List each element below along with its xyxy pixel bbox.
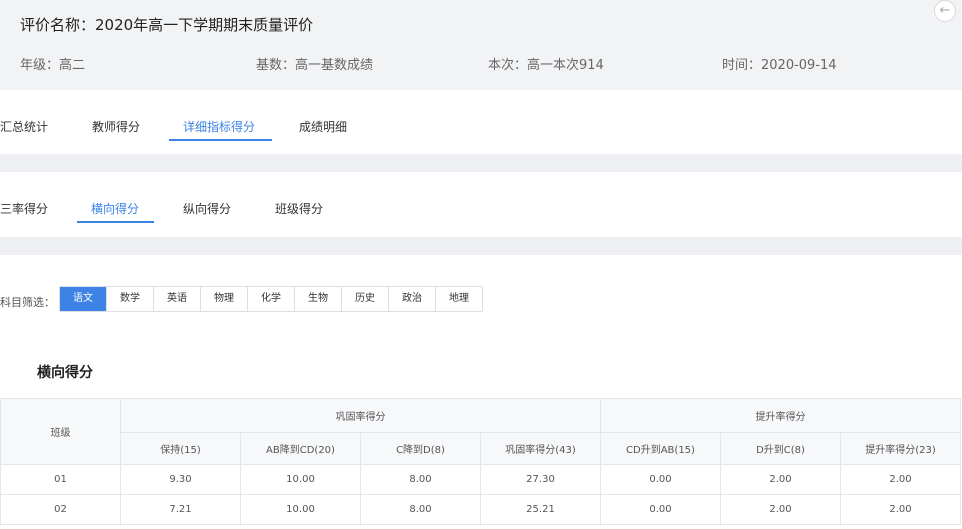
section-title: 横向得分	[37, 365, 93, 381]
subject-geography[interactable]: 地理	[436, 287, 482, 311]
tab-vertical[interactable]: 纵向得分	[183, 200, 231, 217]
table-cell: 0.00	[600, 494, 721, 525]
table-cell: 8.00	[360, 464, 481, 495]
score-table: 班级 巩固率得分 提升率得分 保持(15) AB降到CD(20) C降到D(8)…	[0, 398, 961, 525]
table-cell: 27.30	[480, 464, 601, 495]
main-tabs: 汇总统计 教师得分 详细指标得分 成绩明细	[0, 118, 962, 148]
tab-score-detail[interactable]: 成绩明细	[299, 118, 347, 135]
tab-detail-score[interactable]: 详细指标得分	[183, 118, 255, 135]
table-cell: 10.00	[240, 494, 361, 525]
tab-summary[interactable]: 汇总统计	[0, 118, 48, 135]
sub-tabs: 三率得分 横向得分 纵向得分 班级得分	[0, 200, 962, 230]
base-info: 基数：高一基数成绩	[256, 58, 374, 73]
sub-tab-indicator	[77, 221, 154, 223]
consolidation-group-header: 巩固率得分	[120, 398, 601, 433]
tab-horizontal[interactable]: 横向得分	[91, 200, 139, 217]
table-cell: 0.00	[600, 464, 721, 495]
tab-class[interactable]: 班级得分	[275, 200, 323, 217]
column-header: C降到D(8)	[360, 432, 481, 465]
subject-filter: 语文 数学 英语 物理 化学 生物 历史 政治 地理	[59, 286, 483, 312]
subject-chemistry[interactable]: 化学	[248, 287, 295, 311]
table-cell: 2.00	[840, 494, 961, 525]
column-header: 提升率得分(23)	[840, 432, 961, 465]
table-cell: 2.00	[840, 464, 961, 495]
divider-band	[0, 154, 962, 172]
main-tab-indicator	[169, 139, 272, 141]
class-column-header: 班级	[0, 398, 121, 465]
table-cell: 01	[0, 464, 121, 495]
table-cell: 2.00	[720, 464, 841, 495]
evaluation-header: 评价名称：2020年高一下学期期末质量评价 年级：高二 基数：高一基数成绩 本次…	[0, 0, 962, 90]
time-info: 时间：2020-09-14	[722, 58, 837, 73]
table-subheader-row: 保持(15) AB降到CD(20) C降到D(8) 巩固率得分(43) CD升到…	[1, 432, 961, 465]
table-row: 01 9.30 10.00 8.00 27.30 0.00 2.00 2.00	[0, 464, 961, 495]
grade-info: 年级：高二	[20, 58, 86, 73]
column-header: D升到C(8)	[720, 432, 841, 465]
subject-biology[interactable]: 生物	[295, 287, 342, 311]
improvement-group-header: 提升率得分	[600, 398, 961, 433]
current-info: 本次：高一本次914	[488, 58, 604, 73]
subject-politics[interactable]: 政治	[389, 287, 436, 311]
column-header: AB降到CD(20)	[240, 432, 361, 465]
table-cell: 7.21	[120, 494, 241, 525]
column-header: CD升到AB(15)	[600, 432, 721, 465]
evaluation-title: 评价名称：2020年高一下学期期末质量评价	[20, 16, 314, 34]
subject-math[interactable]: 数学	[107, 287, 154, 311]
subject-chinese[interactable]: 语文	[60, 287, 107, 311]
table-cell: 10.00	[240, 464, 361, 495]
table-cell: 02	[0, 494, 121, 525]
table-cell: 9.30	[120, 464, 241, 495]
tab-three-rate[interactable]: 三率得分	[0, 200, 48, 217]
subject-english[interactable]: 英语	[154, 287, 201, 311]
table-cell: 2.00	[720, 494, 841, 525]
table-cell: 8.00	[360, 494, 481, 525]
table-cell: 25.21	[480, 494, 601, 525]
subject-history[interactable]: 历史	[342, 287, 389, 311]
column-header: 巩固率得分(43)	[480, 432, 601, 465]
subject-physics[interactable]: 物理	[201, 287, 248, 311]
back-arrow-icon[interactable]: ←	[934, 0, 956, 22]
table-header-row: 班级 巩固率得分 提升率得分	[0, 398, 961, 465]
column-header: 保持(15)	[120, 432, 241, 465]
divider-band	[0, 237, 962, 255]
subject-filter-label: 科目筛选：	[0, 296, 55, 309]
table-row: 02 7.21 10.00 8.00 25.21 0.00 2.00 2.00	[0, 494, 961, 525]
tab-teacher-score[interactable]: 教师得分	[92, 118, 140, 135]
